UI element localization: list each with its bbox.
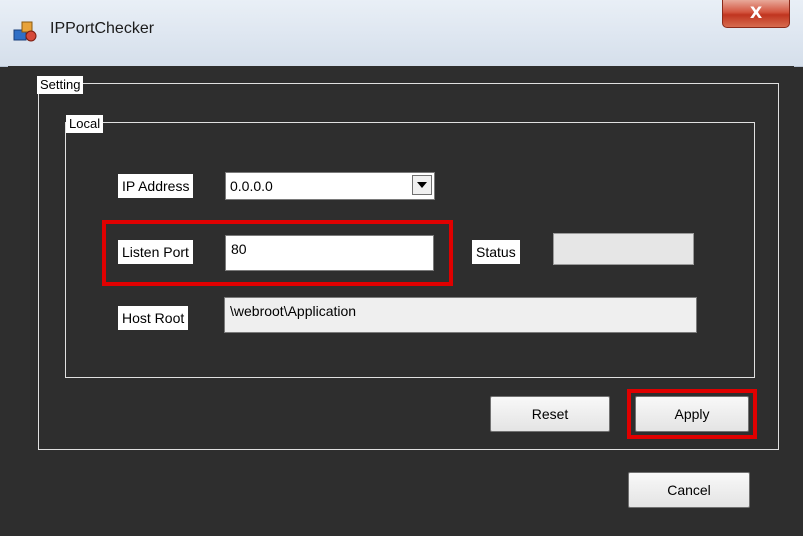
listen-port-input[interactable]: 80 [225,235,434,271]
app-icon [13,21,37,42]
status-field [553,233,694,265]
cancel-button[interactable]: Cancel [628,472,750,508]
close-button[interactable]: X [722,0,790,28]
local-group-label: Local [66,115,104,133]
client-area: Setting Local IP Address 0.0.0.0 Listen … [8,66,794,528]
app-window: IPPortChecker X Setting Local IP Address… [0,0,803,536]
status-label: Status [472,240,520,264]
reset-button[interactable]: Reset [490,396,610,432]
window-title: IPPortChecker [50,20,155,37]
setting-group-label: Setting [37,76,84,94]
host-root-field: \webroot\Application [224,297,697,333]
ip-address-label: IP Address [118,174,194,198]
listen-port-label: Listen Port [118,240,193,264]
ip-address-dropdown[interactable]: 0.0.0.0 [225,172,435,200]
ip-address-value: 0.0.0.0 [230,178,273,194]
title-bar[interactable]: IPPortChecker X [0,0,803,67]
host-root-label: Host Root [118,306,189,330]
chevron-down-icon[interactable] [412,175,432,195]
apply-button[interactable]: Apply [635,396,749,432]
